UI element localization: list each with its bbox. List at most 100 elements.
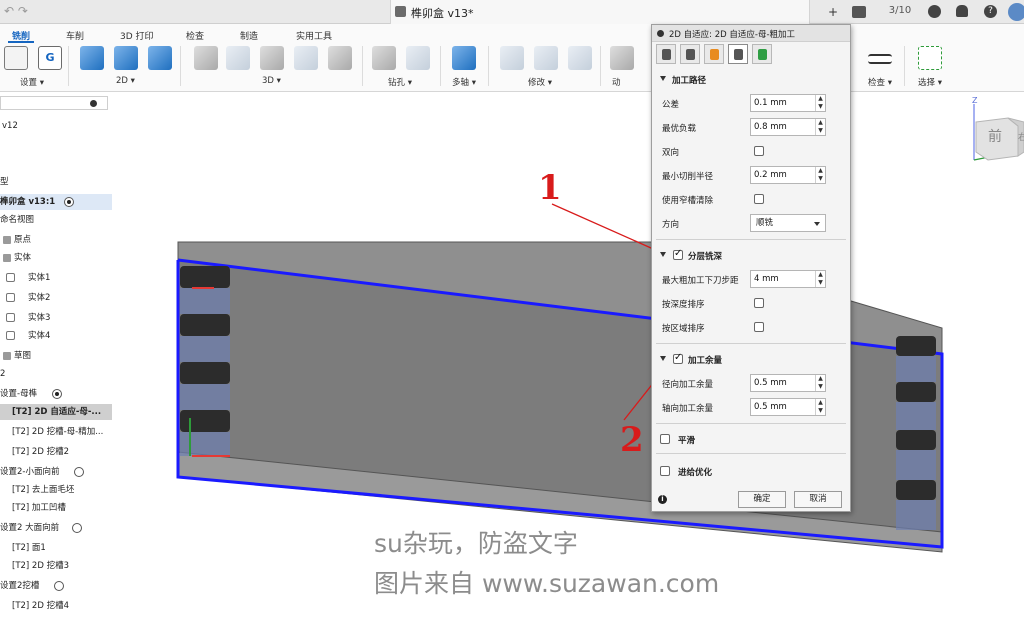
tab-tool[interactable]: [656, 44, 676, 64]
tree-item-operation[interactable]: [T2] 面1: [0, 540, 112, 556]
g-code-icon[interactable]: G: [38, 46, 62, 70]
measure-icon[interactable]: [868, 54, 892, 64]
tree-item[interactable]: [0, 156, 112, 172]
tree-item[interactable]: 实体3: [0, 310, 112, 326]
view-cube[interactable]: Z 前 右: [960, 96, 1024, 176]
order-by-area-checkbox[interactable]: [754, 322, 764, 332]
section-multiple-depths[interactable]: 分层铣深: [652, 247, 850, 263]
tab-geometry[interactable]: [680, 44, 700, 64]
activate-radio[interactable]: [74, 467, 84, 477]
tree-item[interactable]: 命名视图: [0, 212, 112, 228]
min-cut-radius-input[interactable]: 0.2 mm ▲ ▼: [750, 166, 826, 184]
help-icon[interactable]: ?: [984, 5, 997, 18]
both-ways-checkbox[interactable]: [754, 146, 764, 156]
section-feed-optimization[interactable]: 进给优化: [652, 463, 850, 479]
document-tab[interactable]: 榫卯盒 v13*: [390, 0, 810, 24]
tab-turning[interactable]: 车削: [66, 29, 84, 42]
tree-item[interactable]: 草图: [0, 348, 112, 364]
avatar[interactable]: [1008, 3, 1024, 21]
tolerance-input[interactable]: 0.1 mm ▲ ▼: [750, 94, 826, 112]
steep-shallow-icon[interactable]: [260, 46, 284, 70]
tree-item[interactable]: 原点: [0, 232, 112, 248]
browser-options-icon[interactable]: [90, 100, 97, 107]
cancel-button[interactable]: 取消: [794, 491, 842, 508]
tab-fabrication[interactable]: 制造: [240, 29, 258, 42]
tab-heights[interactable]: [704, 44, 724, 64]
activate-radio[interactable]: [54, 581, 64, 591]
tree-item[interactable]: 实体4: [0, 328, 112, 344]
max-stepdown-input[interactable]: 4 mm ▲ ▼: [750, 270, 826, 288]
2d-adaptive-icon[interactable]: [80, 46, 104, 70]
spinner-icon[interactable]: ▲ ▼: [815, 95, 825, 111]
group-setup[interactable]: 设置 ▾: [20, 76, 44, 88]
new-tab-icon[interactable]: +: [826, 5, 840, 19]
simulate-icon[interactable]: [610, 46, 634, 70]
duplicate-icon[interactable]: [568, 46, 592, 70]
2d-pocket-icon[interactable]: [114, 46, 138, 70]
group-multiaxis[interactable]: 多轴 ▾: [452, 76, 476, 88]
tab-3d-printing[interactable]: 3D 打印: [120, 29, 154, 42]
tree-item-setup[interactable]: 设置-母榫: [0, 386, 112, 402]
tab-utilities[interactable]: 实用工具: [296, 29, 332, 42]
group-actions[interactable]: 动: [612, 76, 621, 88]
section-passes[interactable]: 加工路径: [652, 71, 850, 87]
undo-redo-icon[interactable]: ↶ ↷: [4, 4, 38, 20]
section-stock-to-leave[interactable]: 加工余量: [652, 351, 850, 367]
spinner-icon[interactable]: ▲ ▼: [815, 271, 825, 287]
select-window-icon[interactable]: [918, 46, 942, 70]
tree-item[interactable]: v12: [0, 118, 112, 134]
group-drilling[interactable]: 钻孔 ▾: [388, 76, 412, 88]
tree-item-operation[interactable]: [T2] 2D 挖槽4: [0, 598, 112, 614]
radial-stock-input[interactable]: 0.5 mm ▲ ▼: [750, 374, 826, 392]
chat-icon[interactable]: [852, 6, 866, 18]
spinner-icon[interactable]: ▲ ▼: [815, 375, 825, 391]
multiple-depths-checkbox[interactable]: [673, 248, 683, 260]
tree-item-operation[interactable]: [T2] 2D 挖槽3: [0, 558, 112, 574]
tree-item-operation[interactable]: [T2] 加工凹槽: [0, 500, 112, 516]
tree-item[interactable]: 实体1: [0, 270, 112, 286]
tree-item[interactable]: 2: [0, 366, 112, 382]
bell-icon[interactable]: [956, 5, 968, 17]
tree-item-operation[interactable]: [T2] 2D 挖槽-母-精加...: [0, 424, 112, 440]
group-2d[interactable]: 2D ▾: [116, 76, 135, 86]
tree-item[interactable]: 型: [0, 174, 112, 190]
tree-item-setup[interactable]: 设置2-小面向前: [0, 464, 112, 480]
activate-radio[interactable]: [72, 523, 82, 533]
tree-item[interactable]: 实体2: [0, 290, 112, 306]
activate-radio[interactable]: [64, 197, 74, 207]
contour-icon[interactable]: [328, 46, 352, 70]
feed-optimization-checkbox[interactable]: [660, 466, 670, 476]
tree-item-setup[interactable]: 设置2挖槽: [0, 578, 112, 594]
dialog-header[interactable]: 2D 自适应: 2D 自适应-母-粗加工: [652, 25, 850, 42]
group-select[interactable]: 选择 ▾: [918, 76, 942, 88]
tree-item[interactable]: [0, 136, 112, 152]
spinner-icon[interactable]: ▲ ▼: [815, 399, 825, 415]
group-modify[interactable]: 修改 ▾: [528, 76, 552, 88]
parallel-icon[interactable]: [294, 46, 318, 70]
face-icon[interactable]: [148, 46, 172, 70]
smoothing-checkbox[interactable]: [660, 434, 670, 444]
axial-stock-input[interactable]: 0.5 mm ▲ ▼: [750, 398, 826, 416]
tab-milling[interactable]: 铣削: [7, 29, 35, 43]
stock-to-leave-checkbox[interactable]: [673, 352, 683, 364]
tree-item-setup[interactable]: 设置2 大面向前: [0, 520, 112, 536]
optimal-load-input[interactable]: 0.8 mm ▲ ▼: [750, 118, 826, 136]
3d-adaptive-icon[interactable]: [194, 46, 218, 70]
collapse-icon[interactable]: [657, 30, 664, 37]
tab-passes[interactable]: [728, 44, 748, 64]
slot-clearing-checkbox[interactable]: [754, 194, 764, 204]
info-icon[interactable]: i: [658, 495, 667, 504]
direction-select[interactable]: 顺铣: [750, 214, 826, 232]
tree-item[interactable]: 实体: [0, 250, 112, 266]
tree-item-operation-active[interactable]: [T2] 2D 自适应-母-...: [0, 404, 112, 420]
section-smoothing[interactable]: 平滑: [652, 431, 850, 447]
multiaxis-icon[interactable]: [452, 46, 476, 70]
activate-radio[interactable]: [52, 389, 62, 399]
browser-search-input[interactable]: [0, 96, 108, 110]
tab-linking[interactable]: [752, 44, 772, 64]
cut-icon[interactable]: [500, 46, 524, 70]
delete-icon[interactable]: [534, 46, 558, 70]
clock-icon[interactable]: [928, 5, 941, 18]
tab-inspect[interactable]: 检查: [186, 29, 204, 42]
group-3d[interactable]: 3D ▾: [262, 76, 281, 86]
